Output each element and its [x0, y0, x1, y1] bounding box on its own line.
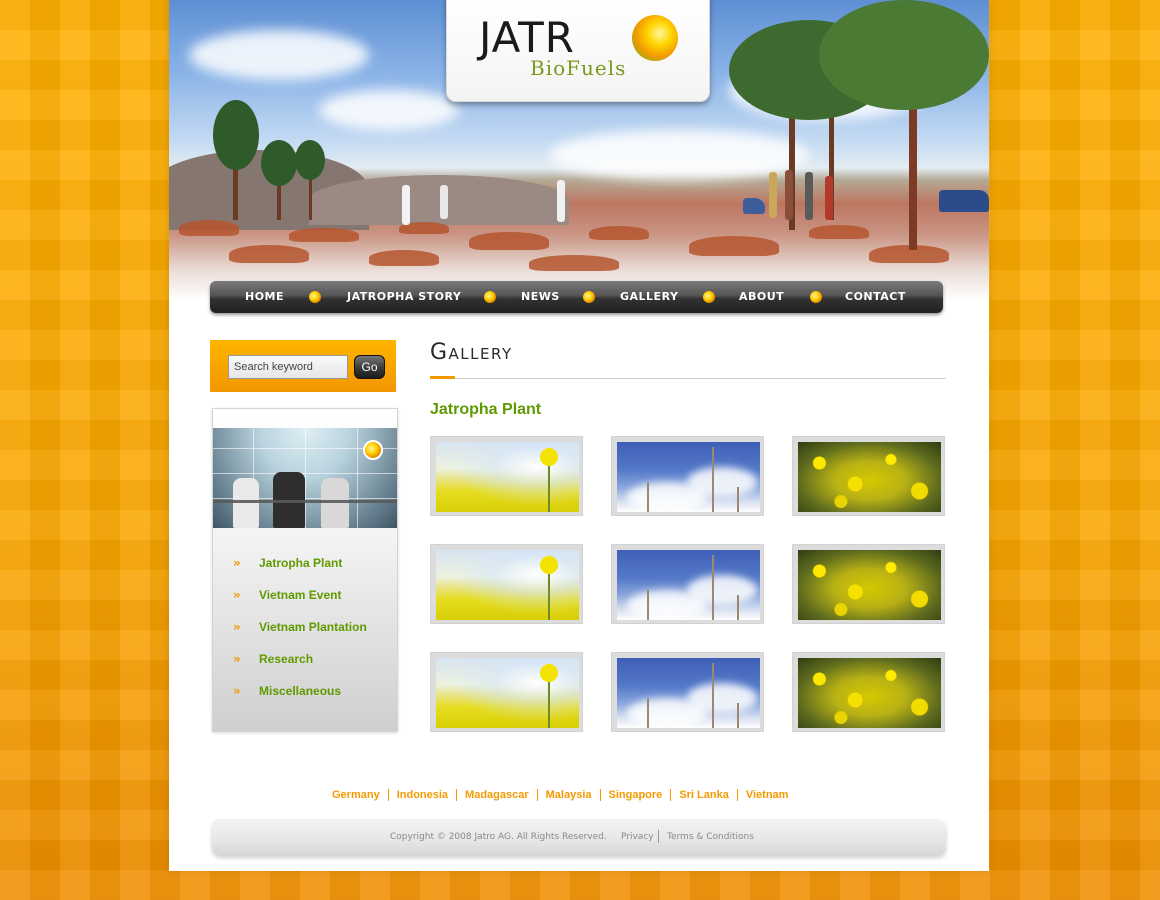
nav-separator-dot-icon: [484, 291, 496, 303]
thumbnail-image: [798, 442, 941, 512]
logo-sphere-icon: [632, 15, 678, 61]
country-link-singapore[interactable]: Singapore: [599, 789, 671, 801]
nav-news[interactable]: NEWS: [521, 290, 560, 303]
logo-subtitle: BioFuels: [530, 56, 627, 80]
nav-jatropha-story[interactable]: JATROPHA STORY: [347, 290, 461, 303]
page-container: JATR BioFuels HOME JATROPHA STORY NEWS G…: [169, 0, 989, 871]
nav-separator-dot-icon: [810, 291, 822, 303]
category-label: Miscellaneous: [259, 684, 342, 698]
country-link-malaysia[interactable]: Malaysia: [536, 789, 600, 801]
nav-about[interactable]: ABOUT: [739, 290, 784, 303]
nav-gallery[interactable]: GALLERY: [620, 290, 678, 303]
gallery-thumbnail[interactable]: [611, 436, 764, 516]
gallery-thumbnail[interactable]: [611, 544, 764, 624]
nav-separator-dot-icon: [703, 291, 715, 303]
country-link-sri-lanka[interactable]: Sri Lanka: [670, 789, 737, 801]
gallery-thumbnail[interactable]: [792, 544, 945, 624]
category-label: Vietnam Event: [259, 588, 342, 602]
main-navigation: HOME JATROPHA STORY NEWS GALLERY ABOUT C…: [210, 281, 943, 313]
gallery-thumbnail[interactable]: [430, 652, 583, 732]
thumbnail-image: [617, 442, 760, 512]
double-arrow-icon: »: [233, 588, 241, 602]
country-link-indonesia[interactable]: Indonesia: [387, 789, 456, 801]
country-links: Germany Indonesia Madagascar Malaysia Singap…: [332, 785, 796, 801]
thumbnail-image: [798, 658, 941, 728]
double-arrow-icon: »: [233, 556, 241, 570]
sidebar-sphere-icon: [363, 440, 383, 460]
country-link-madagascar[interactable]: Madagascar: [456, 789, 537, 801]
gallery-thumbnail[interactable]: [611, 652, 764, 732]
title-divider: [430, 378, 946, 379]
nav-separator-dot-icon: [583, 291, 595, 303]
search-input[interactable]: [228, 355, 348, 379]
double-arrow-icon: »: [233, 652, 241, 666]
category-label: Research: [259, 652, 314, 666]
terms-link[interactable]: Terms & Conditions: [667, 832, 754, 842]
gallery-thumbnail[interactable]: [792, 652, 945, 732]
footer-bar: Copyright © 2008 Jatro AG. All Rights Re…: [212, 819, 946, 855]
thumbnail-image: [436, 658, 579, 728]
nav-home[interactable]: HOME: [245, 290, 284, 303]
gallery-thumbnail[interactable]: [792, 436, 945, 516]
gallery-category-panel: » Jatropha Plant » Vietnam Event » Vietn…: [212, 408, 398, 732]
category-label: Vietnam Plantation: [259, 620, 367, 634]
title-accent-bar: [430, 376, 455, 379]
header-banner-photo: JATR BioFuels: [169, 0, 989, 300]
page-title: Gallery: [430, 340, 513, 365]
site-logo[interactable]: JATR BioFuels: [446, 0, 710, 102]
thumbnail-image: [617, 550, 760, 620]
privacy-link[interactable]: Privacy: [621, 832, 654, 842]
footer-divider: [658, 830, 659, 843]
thumbnail-image: [798, 550, 941, 620]
double-arrow-icon: »: [233, 684, 241, 698]
search-go-button[interactable]: Go: [354, 355, 385, 379]
sidebar-photo: [213, 428, 397, 528]
double-arrow-icon: »: [233, 620, 241, 634]
copyright-text: Copyright © 2008 Jatro AG. All Rights Re…: [390, 832, 607, 842]
gallery-thumbnail[interactable]: [430, 436, 583, 516]
thumbnail-image: [617, 658, 760, 728]
thumbnail-image: [436, 550, 579, 620]
search-panel: Go: [210, 340, 396, 392]
section-heading: Jatropha Plant: [430, 401, 542, 418]
nav-contact[interactable]: CONTACT: [845, 290, 906, 303]
nav-separator-dot-icon: [309, 291, 321, 303]
country-link-vietnam[interactable]: Vietnam: [736, 789, 797, 801]
category-label: Jatropha Plant: [259, 556, 343, 570]
thumbnail-image: [436, 442, 579, 512]
logo-wordmark: JATR: [479, 13, 575, 62]
gallery-thumbnail[interactable]: [430, 544, 583, 624]
country-link-germany[interactable]: Germany: [332, 789, 388, 801]
